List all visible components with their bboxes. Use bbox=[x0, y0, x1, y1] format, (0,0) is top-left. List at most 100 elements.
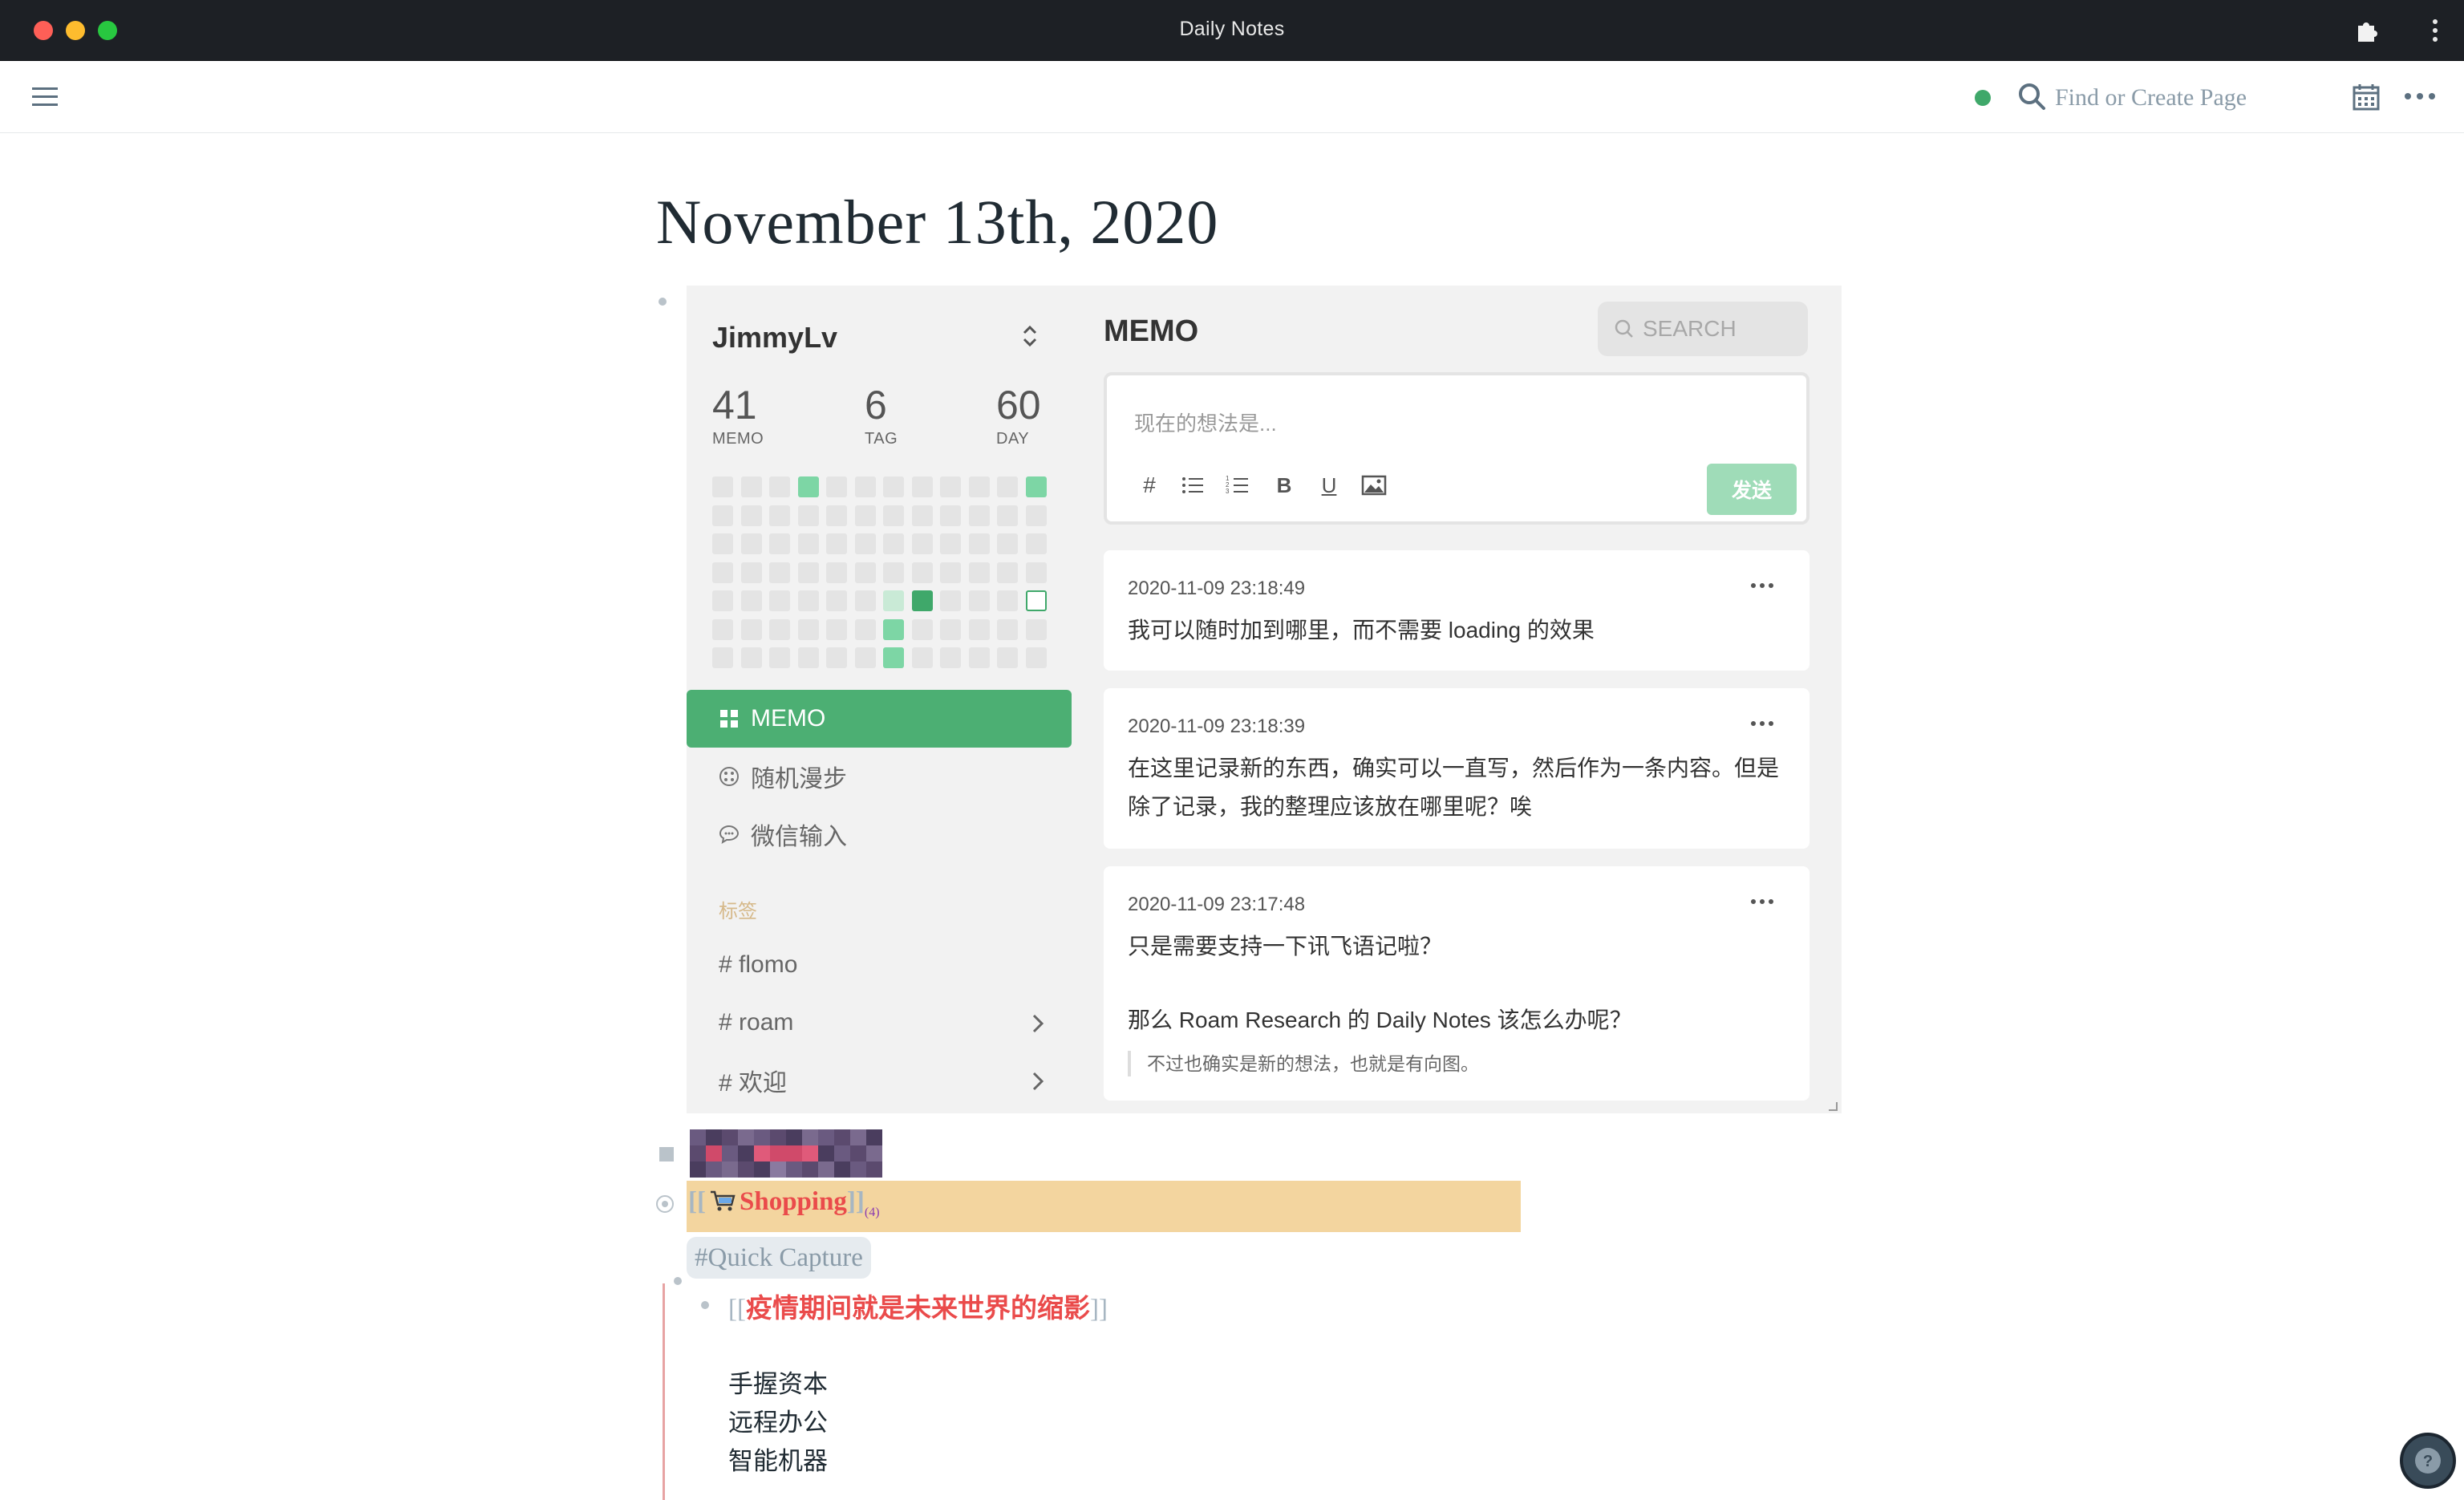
heatmap-cell[interactable] bbox=[740, 476, 762, 497]
heatmap-cell[interactable] bbox=[769, 505, 790, 526]
tag-item[interactable]: # roam bbox=[687, 995, 1072, 1051]
heatmap-cell[interactable] bbox=[940, 505, 961, 526]
more-options-icon[interactable] bbox=[2403, 91, 2437, 101]
memo-search-input[interactable] bbox=[1643, 316, 1803, 342]
heatmap-cell[interactable] bbox=[883, 561, 904, 583]
heatmap-cell[interactable] bbox=[940, 590, 961, 611]
menu-icon[interactable] bbox=[30, 85, 59, 109]
heatmap-cell[interactable] bbox=[911, 618, 933, 640]
memo-more-icon[interactable] bbox=[1750, 898, 1774, 905]
hashtag-button[interactable]: # bbox=[1136, 472, 1163, 499]
heatmap-cell[interactable] bbox=[769, 590, 790, 611]
memo-more-icon[interactable] bbox=[1750, 720, 1774, 727]
puzzle-extension-icon[interactable] bbox=[2355, 18, 2381, 43]
heatmap-cell[interactable] bbox=[712, 590, 733, 611]
chevron-right-icon[interactable] bbox=[1030, 1012, 1046, 1035]
heatmap-cell[interactable] bbox=[997, 618, 1018, 640]
heatmap-cell[interactable] bbox=[940, 618, 961, 640]
heatmap-cell[interactable] bbox=[797, 618, 819, 640]
epidemic-page-link[interactable]: [[疫情期间就是未来世界的缩影]] bbox=[728, 1287, 1108, 1325]
collapsed-block-bullet[interactable] bbox=[656, 1195, 674, 1213]
heatmap-cell[interactable] bbox=[997, 590, 1018, 611]
block-bullet[interactable] bbox=[701, 1301, 709, 1309]
heatmap-cell[interactable] bbox=[883, 618, 904, 640]
heatmap-cell[interactable] bbox=[712, 505, 733, 526]
image-icon[interactable] bbox=[1360, 472, 1388, 499]
heatmap-cell[interactable] bbox=[968, 533, 990, 554]
memo-search-box[interactable] bbox=[1598, 302, 1808, 356]
heatmap-cell[interactable] bbox=[769, 561, 790, 583]
heatmap-cell[interactable] bbox=[712, 533, 733, 554]
heatmap-cell[interactable] bbox=[826, 476, 847, 497]
heatmap-cell[interactable] bbox=[883, 647, 904, 668]
nav-item-random-walk[interactable]: 随机漫步 bbox=[687, 748, 1072, 805]
heatmap-cell[interactable] bbox=[911, 590, 933, 611]
heatmap-cell[interactable] bbox=[1025, 505, 1047, 526]
heatmap-cell[interactable] bbox=[826, 590, 847, 611]
page-title[interactable]: November 13th, 2020 bbox=[656, 186, 1218, 258]
memo-more-icon[interactable] bbox=[1750, 582, 1774, 589]
user-name[interactable]: JimmyLv bbox=[712, 321, 837, 355]
heatmap-cell[interactable] bbox=[797, 647, 819, 668]
heatmap-cell[interactable] bbox=[797, 476, 819, 497]
heatmap-cell[interactable] bbox=[940, 561, 961, 583]
search-icon[interactable] bbox=[2016, 81, 2047, 111]
heatmap-cell[interactable] bbox=[968, 505, 990, 526]
heatmap-cell[interactable] bbox=[940, 533, 961, 554]
shopping-page-link[interactable]: [[ Shopping]](4) bbox=[688, 1187, 880, 1220]
heatmap-cell[interactable] bbox=[769, 647, 790, 668]
send-button[interactable]: 发送 bbox=[1707, 464, 1797, 515]
nav-item-memo[interactable]: MEMO bbox=[687, 690, 1072, 748]
heatmap-cell[interactable] bbox=[712, 561, 733, 583]
heatmap-cell[interactable] bbox=[854, 476, 876, 497]
heatmap-cell[interactable] bbox=[712, 647, 733, 668]
heatmap-cell[interactable] bbox=[740, 618, 762, 640]
heatmap-cell[interactable] bbox=[712, 618, 733, 640]
heatmap-cell[interactable] bbox=[826, 561, 847, 583]
block-bullet[interactable] bbox=[674, 1277, 682, 1285]
heatmap-cell[interactable] bbox=[826, 618, 847, 640]
quick-capture-tag[interactable]: #Quick Capture bbox=[687, 1237, 871, 1279]
heatmap-cell[interactable] bbox=[911, 561, 933, 583]
heatmap-cell[interactable] bbox=[883, 590, 904, 611]
heatmap-cell[interactable] bbox=[854, 618, 876, 640]
heatmap-cell[interactable] bbox=[740, 505, 762, 526]
heatmap-cell[interactable] bbox=[826, 533, 847, 554]
calendar-icon[interactable] bbox=[2352, 83, 2381, 111]
heatmap-cell[interactable] bbox=[968, 590, 990, 611]
underline-button[interactable]: U bbox=[1315, 472, 1343, 499]
heatmap-cell[interactable] bbox=[740, 533, 762, 554]
bullet-list-icon[interactable] bbox=[1179, 472, 1206, 499]
heatmap-cell[interactable] bbox=[712, 476, 733, 497]
heatmap-cell[interactable] bbox=[1025, 590, 1047, 611]
pixelated-image[interactable] bbox=[690, 1129, 882, 1179]
heatmap-cell[interactable] bbox=[854, 590, 876, 611]
heatmap-cell[interactable] bbox=[968, 647, 990, 668]
heatmap-cell[interactable] bbox=[968, 561, 990, 583]
heatmap-cell[interactable] bbox=[940, 476, 961, 497]
nav-item-wechat-input[interactable]: 微信输入 bbox=[687, 805, 1072, 863]
heatmap-cell[interactable] bbox=[997, 533, 1018, 554]
account-switch-icon[interactable] bbox=[1019, 322, 1041, 350]
heatmap-cell[interactable] bbox=[1025, 647, 1047, 668]
heatmap-cell[interactable] bbox=[997, 561, 1018, 583]
heatmap-cell[interactable] bbox=[968, 618, 990, 640]
heatmap-cell[interactable] bbox=[854, 647, 876, 668]
heatmap-cell[interactable] bbox=[997, 505, 1018, 526]
heatmap-cell[interactable] bbox=[740, 590, 762, 611]
heatmap-cell[interactable] bbox=[797, 533, 819, 554]
bold-button[interactable]: B bbox=[1270, 472, 1298, 499]
heatmap-cell[interactable] bbox=[911, 647, 933, 668]
tag-item[interactable]: # 欢迎 bbox=[687, 1052, 1072, 1109]
numbered-list-icon[interactable]: 1 2 3 bbox=[1224, 472, 1251, 499]
heatmap-cell[interactable] bbox=[740, 561, 762, 583]
block-thread-line[interactable] bbox=[663, 1283, 665, 1500]
heatmap-cell[interactable] bbox=[968, 476, 990, 497]
tag-item[interactable]: # flomo bbox=[687, 937, 1072, 993]
heatmap-cell[interactable] bbox=[883, 533, 904, 554]
heatmap-cell[interactable] bbox=[797, 505, 819, 526]
heatmap-cell[interactable] bbox=[911, 533, 933, 554]
heatmap-cell[interactable] bbox=[854, 533, 876, 554]
heatmap-cell[interactable] bbox=[854, 505, 876, 526]
heatmap-cell[interactable] bbox=[1025, 561, 1047, 583]
